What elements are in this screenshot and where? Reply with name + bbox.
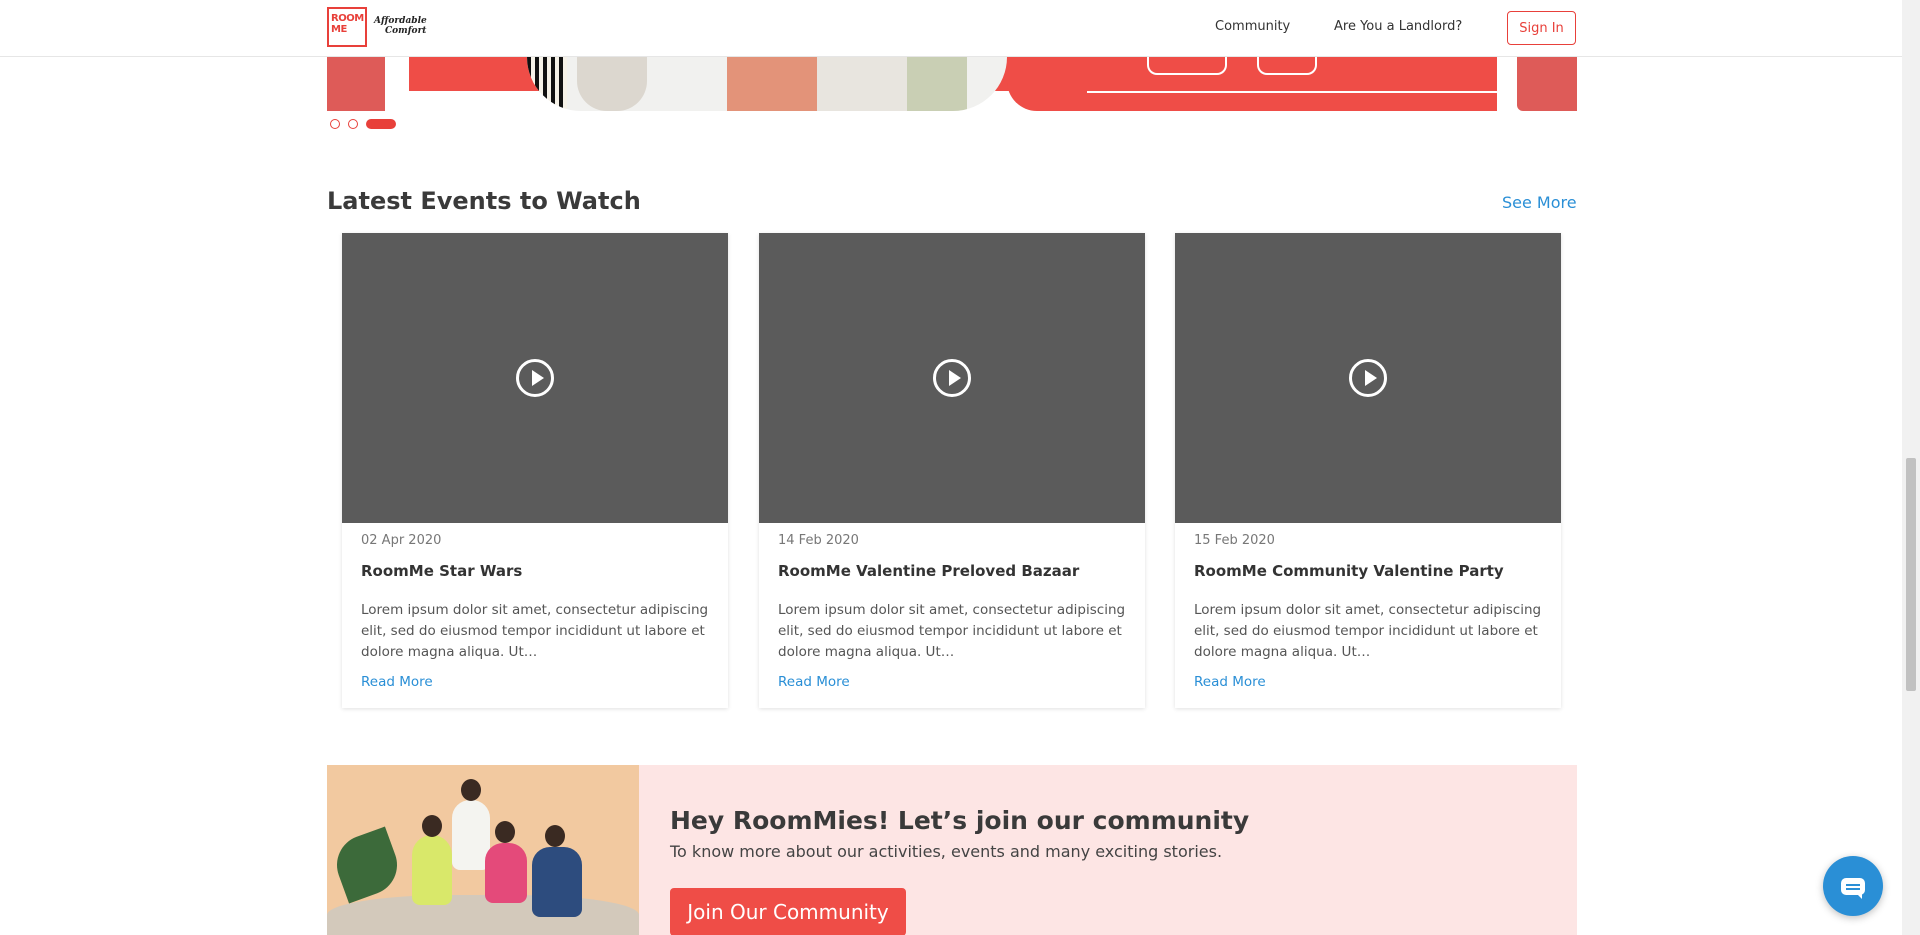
community-heading: Hey RoomMies! Let’s join our community bbox=[670, 806, 1250, 835]
photo-person bbox=[532, 847, 582, 917]
event-date: 02 Apr 2020 bbox=[361, 533, 442, 548]
tagline-line-2: Comfort bbox=[385, 26, 427, 36]
carousel-dot-2[interactable] bbox=[348, 119, 358, 129]
photo-floor bbox=[327, 895, 639, 935]
logo-text: ROOM ME bbox=[331, 13, 364, 35]
banner-next-slide-peek bbox=[1517, 57, 1577, 111]
event-description: Lorem ipsum dolor sit amet, consectetur … bbox=[778, 602, 1126, 660]
banner-photo-figure bbox=[817, 57, 907, 111]
join-community-button[interactable]: Join Our Community bbox=[670, 888, 906, 935]
event-video-thumbnail[interactable] bbox=[342, 233, 728, 523]
play-circle-icon[interactable] bbox=[516, 359, 554, 397]
banner-line-decoration bbox=[1147, 57, 1227, 75]
page-scrollbar[interactable] bbox=[1902, 0, 1920, 935]
roomme-logo[interactable]: ROOM ME bbox=[327, 7, 367, 47]
carousel-dot-3-active[interactable] bbox=[366, 119, 396, 129]
read-more-link[interactable]: Read More bbox=[778, 674, 850, 690]
sign-in-button[interactable]: Sign In bbox=[1507, 11, 1576, 45]
see-more-link[interactable]: See More bbox=[1502, 193, 1577, 212]
logo-tagline: Affordable Comfort bbox=[374, 16, 427, 36]
event-description: Lorem ipsum dolor sit amet, consectetur … bbox=[1194, 602, 1542, 660]
photo-person-head bbox=[422, 815, 442, 837]
play-circle-icon[interactable] bbox=[1349, 359, 1387, 397]
carousel-dot-1[interactable] bbox=[330, 119, 340, 129]
scrollbar-thumb[interactable] bbox=[1906, 458, 1916, 691]
banner-photo-figure bbox=[907, 57, 967, 111]
navbar: ROOM ME Affordable Comfort Community Are… bbox=[0, 0, 1902, 57]
photo-person-head bbox=[545, 825, 565, 847]
event-title[interactable]: RoomMe Star Wars bbox=[361, 562, 522, 580]
event-title[interactable]: RoomMe Valentine Preloved Bazaar bbox=[778, 562, 1079, 580]
community-cta-banner: Hey RoomMies! Let’s join our community T… bbox=[327, 765, 1577, 935]
event-card[interactable]: 15 Feb 2020 RoomMe Community Valentine P… bbox=[1175, 233, 1561, 708]
event-video-thumbnail[interactable] bbox=[759, 233, 1145, 523]
play-circle-icon[interactable] bbox=[933, 359, 971, 397]
community-photo bbox=[327, 765, 639, 935]
photo-person bbox=[412, 835, 452, 905]
banner-photo bbox=[527, 57, 1007, 111]
hero-banner-image[interactable] bbox=[327, 57, 1577, 111]
event-date: 15 Feb 2020 bbox=[1194, 533, 1275, 548]
banner-line-decoration bbox=[1257, 57, 1317, 75]
photo-person-head bbox=[461, 779, 481, 801]
photo-person bbox=[485, 843, 527, 903]
read-more-link[interactable]: Read More bbox=[361, 674, 433, 690]
event-card[interactable]: 14 Feb 2020 RoomMe Valentine Preloved Ba… bbox=[759, 233, 1145, 708]
section-title: Latest Events to Watch bbox=[327, 187, 641, 215]
banner-photo-figure bbox=[727, 57, 817, 111]
banner-photo-stripes bbox=[527, 57, 567, 111]
banner-photo-figure bbox=[577, 57, 647, 111]
photo-plant bbox=[328, 826, 406, 904]
photo-person-head bbox=[495, 821, 515, 843]
read-more-link[interactable]: Read More bbox=[1194, 674, 1266, 690]
community-subtitle: To know more about our activities, event… bbox=[670, 842, 1223, 861]
chat-widget-button[interactable] bbox=[1823, 856, 1883, 916]
carousel-indicators bbox=[330, 119, 396, 129]
event-description: Lorem ipsum dolor sit amet, consectetur … bbox=[361, 602, 709, 660]
nav-link-community[interactable]: Community bbox=[1215, 19, 1290, 34]
nav-link-landlord[interactable]: Are You a Landlord? bbox=[1334, 19, 1462, 34]
event-date: 14 Feb 2020 bbox=[778, 533, 859, 548]
banner-prev-slide-peek bbox=[327, 57, 385, 111]
chat-icon bbox=[1841, 877, 1865, 899]
event-video-thumbnail[interactable] bbox=[1175, 233, 1561, 523]
event-title[interactable]: RoomMe Community Valentine Party bbox=[1194, 562, 1504, 580]
event-card[interactable]: 02 Apr 2020 RoomMe Star Wars Lorem ipsum… bbox=[342, 233, 728, 708]
tagline-line-1: Affordable bbox=[374, 16, 427, 26]
